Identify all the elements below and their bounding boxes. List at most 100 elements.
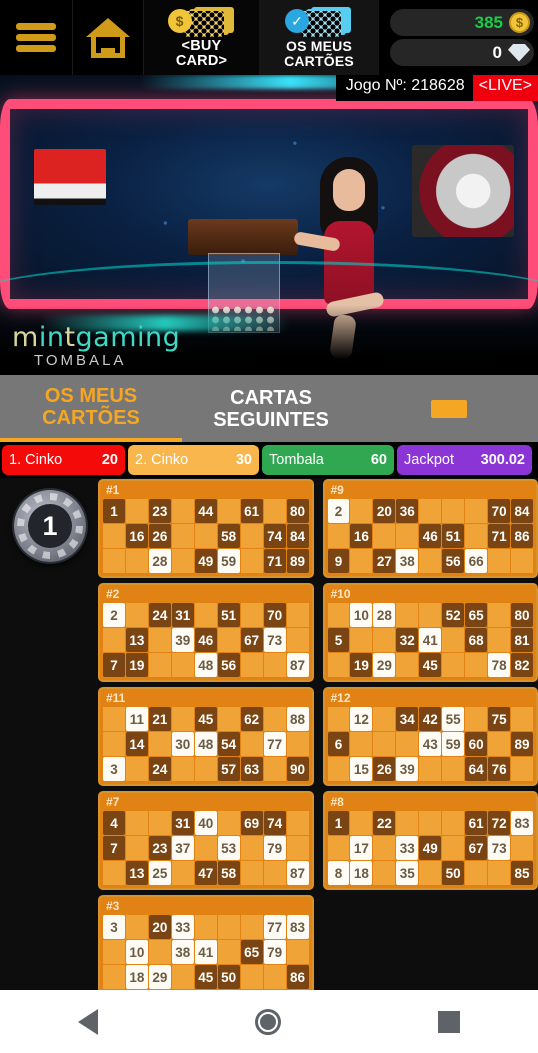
bingo-cell-number[interactable]: 51: [217, 603, 240, 627]
bingo-cell-number[interactable]: 68: [465, 628, 488, 652]
bingo-cell-marked[interactable]: 18: [350, 861, 373, 885]
bingo-card[interactable]: #8 1 22 61 72 83 17 33 49 67 73 8 18 35 50 85: [322, 791, 538, 890]
bingo-cell-number[interactable]: 50: [217, 965, 240, 989]
bingo-cell-number[interactable]: 4: [103, 811, 125, 835]
bingo-cell-number[interactable]: 60: [465, 732, 488, 756]
bingo-cell-number[interactable]: 31: [171, 811, 194, 835]
bingo-cell-number[interactable]: 47: [194, 861, 217, 885]
bingo-cell-number[interactable]: 32: [396, 628, 419, 652]
bingo-cell-number[interactable]: 6: [327, 732, 350, 756]
bingo-cell-number[interactable]: 7: [103, 836, 125, 860]
bingo-cell-number[interactable]: 19: [125, 653, 148, 677]
bingo-card[interactable]: #2 2 24 31 51 70 13 39 46 67 73 7 19 48 56 87: [98, 583, 314, 682]
bingo-cell-number[interactable]: 49: [194, 549, 217, 573]
bingo-cell-number[interactable]: 56: [217, 653, 240, 677]
bingo-cell-number[interactable]: 50: [442, 861, 465, 885]
bingo-cell-marked[interactable]: 40: [194, 811, 217, 835]
back-triangle-icon[interactable]: [78, 1008, 99, 1035]
bingo-cell-number[interactable]: 84: [286, 524, 309, 548]
buy-card-button[interactable]: $ <BUY CARD>: [144, 0, 259, 75]
bingo-cell-marked[interactable]: 41: [419, 628, 442, 652]
home-button[interactable]: [72, 0, 144, 75]
bingo-cell-number[interactable]: 58: [217, 524, 240, 548]
bingo-cell-marked[interactable]: 38: [396, 549, 419, 573]
bingo-cell-marked[interactable]: 33: [171, 915, 194, 939]
bingo-card[interactable]: #10 10 28 52 65 80 5 32 41 68 81 19 29 45 78 82: [322, 583, 538, 682]
bingo-cell-marked[interactable]: 37: [171, 836, 194, 860]
bingo-cell-marked[interactable]: 41: [194, 940, 217, 964]
tab-my-cards[interactable]: OS MEUS CARTÕES: [0, 375, 182, 442]
bingo-cell-marked[interactable]: 2: [103, 603, 125, 627]
bingo-cell-marked[interactable]: 29: [148, 965, 171, 989]
bingo-cell-marked[interactable]: 77: [263, 732, 286, 756]
prize-jackpot[interactable]: Jackpot 300.02: [397, 445, 532, 475]
bingo-cell-number[interactable]: 1: [103, 499, 125, 523]
menu-button[interactable]: [0, 0, 72, 75]
bingo-cell-number[interactable]: 89: [286, 549, 309, 573]
bingo-cell-number[interactable]: 46: [419, 524, 442, 548]
coin-balance-row[interactable]: 385 $: [390, 9, 534, 36]
bingo-cell-number[interactable]: 85: [511, 861, 533, 885]
bingo-card[interactable]: #11 11 21 45 62 88 14 30 48 54 77 3 24 57 63 90: [98, 687, 314, 786]
bingo-cell-number[interactable]: 36: [396, 499, 419, 523]
bingo-cell-marked[interactable]: 28: [373, 603, 396, 627]
bingo-cell-marked[interactable]: 59: [442, 732, 465, 756]
bingo-cell-number[interactable]: 74: [263, 811, 286, 835]
bingo-cell-marked[interactable]: 29: [373, 653, 396, 677]
bingo-cell-number[interactable]: 27: [373, 549, 396, 573]
bingo-cell-marked[interactable]: 12: [350, 707, 373, 731]
bingo-cell-number[interactable]: 51: [442, 524, 465, 548]
bingo-cell-number[interactable]: 86: [286, 965, 309, 989]
bingo-cell-number[interactable]: 42: [419, 707, 442, 731]
bingo-cell-number[interactable]: 67: [240, 628, 263, 652]
bingo-cell-marked[interactable]: 48: [194, 653, 217, 677]
bingo-cell-number[interactable]: 1: [327, 811, 350, 835]
bingo-cell-marked[interactable]: 28: [148, 549, 171, 573]
bingo-cell-marked[interactable]: 25: [148, 861, 171, 885]
bingo-cell-number[interactable]: 65: [465, 603, 488, 627]
bingo-cell-number[interactable]: 45: [194, 707, 217, 731]
bingo-cell-number[interactable]: 81: [511, 628, 533, 652]
bingo-cell-marked[interactable]: 10: [125, 940, 148, 964]
bingo-cell-number[interactable]: 20: [148, 915, 171, 939]
prize-first-cinko[interactable]: 1. Cinko 20: [2, 445, 125, 475]
bingo-cell-marked[interactable]: 18: [125, 965, 148, 989]
prize-tombala[interactable]: Tombala 60: [262, 445, 394, 475]
bingo-cell-number[interactable]: 84: [511, 499, 533, 523]
bingo-cell-number[interactable]: 64: [465, 757, 488, 781]
bingo-cell-number[interactable]: 76: [488, 757, 511, 781]
bingo-cell-marked[interactable]: 43: [419, 732, 442, 756]
bingo-cell-marked[interactable]: 79: [263, 940, 286, 964]
bingo-cell-number[interactable]: 71: [488, 524, 511, 548]
bingo-cell-number[interactable]: 21: [148, 707, 171, 731]
home-circle-icon[interactable]: [254, 1008, 281, 1035]
bingo-card[interactable]: #7 4 31 40 69 74 7 23 37 53 79 13 25 47 58 87: [98, 791, 314, 890]
bingo-cell-marked[interactable]: 77: [263, 915, 286, 939]
bingo-cell-number[interactable]: 61: [465, 811, 488, 835]
bingo-cell-marked[interactable]: 8: [327, 861, 350, 885]
bingo-cell-marked[interactable]: 38: [171, 940, 194, 964]
bingo-cell-number[interactable]: 72: [488, 811, 511, 835]
bingo-cell-marked[interactable]: 87: [286, 653, 309, 677]
bingo-cell-number[interactable]: 23: [148, 499, 171, 523]
bingo-card[interactable]: #3 3 20 33 77 83 10 38 41 65 79 18 29 45 50 86: [98, 895, 314, 994]
bingo-cell-number[interactable]: 80: [511, 603, 533, 627]
bingo-cell-number[interactable]: 24: [148, 603, 171, 627]
bingo-cell-number[interactable]: 44: [194, 499, 217, 523]
bingo-cell-number[interactable]: 57: [217, 757, 240, 781]
bingo-cell-number[interactable]: 26: [148, 524, 171, 548]
bingo-cell-marked[interactable]: 3: [103, 757, 125, 781]
bingo-cell-number[interactable]: 5: [327, 628, 350, 652]
bingo-cell-marked[interactable]: 2: [327, 499, 350, 523]
bingo-card[interactable]: #1 1 23 44 61 80 16 26 58 74 84 28 49 59 71 89: [98, 479, 314, 578]
bingo-cell-marked[interactable]: 39: [396, 757, 419, 781]
bingo-cell-marked[interactable]: 55: [442, 707, 465, 731]
tab-extra-slot[interactable]: [360, 375, 538, 442]
tab-next-cards[interactable]: CARTAS SEGUINTES: [182, 375, 360, 442]
bingo-cell-number[interactable]: 74: [263, 524, 286, 548]
bingo-cell-marked[interactable]: 10: [350, 603, 373, 627]
my-cards-button[interactable]: ✓ OS MEUS CARTÕES: [259, 0, 379, 75]
bingo-cell-marked[interactable]: 11: [125, 707, 148, 731]
bingo-cell-marked[interactable]: 87: [286, 861, 309, 885]
bingo-cell-number[interactable]: 75: [488, 707, 511, 731]
